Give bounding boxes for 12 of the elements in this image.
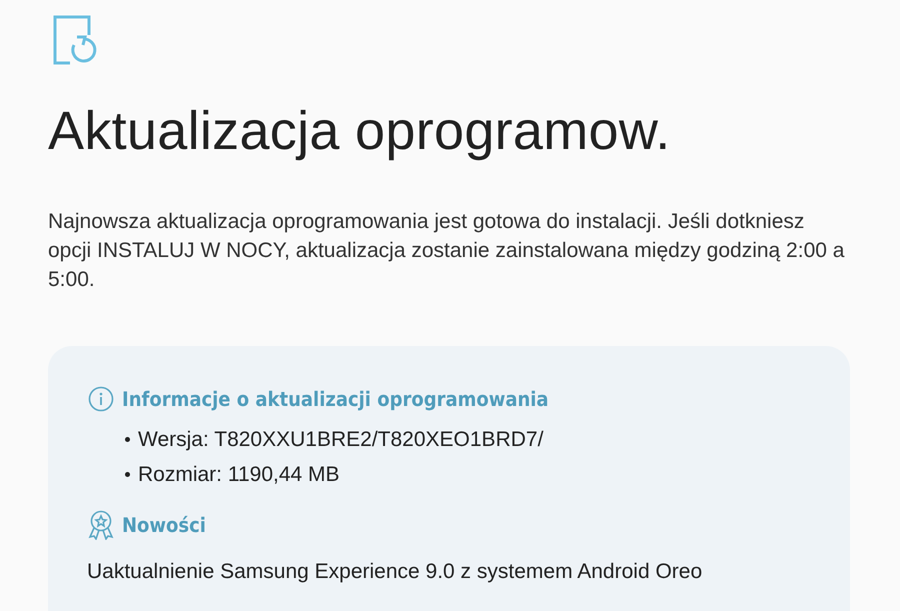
page-title: Aktualizacja oprogramow.	[48, 100, 672, 163]
bullet-text: Wersja: T820XXU1BRE2/T820XEO1BRD7/	[138, 427, 544, 453]
bullet-icon	[125, 472, 130, 477]
info-icon	[88, 386, 114, 412]
update-icon	[53, 15, 97, 67]
section-heading: Informacje o aktualizacji oprogramowania	[122, 387, 549, 411]
news-text: Uaktualnienie Samsung Experience 9.0 z systemem Android Oreo	[87, 560, 704, 584]
award-icon	[88, 510, 114, 540]
bullet-icon	[125, 437, 130, 442]
description-text: Najnowsza aktualizacja oprogramowania jest gotowa do instalacji. Jeśli dotkniesz opcji INSTALUJ W NOCY, aktualizacja zostanie zainstalowana między godziną 2:00 a 5:00.	[48, 209, 846, 293]
section-heading: Nowości	[122, 513, 206, 537]
bullet-text: Rozmiar: 1190,44 MB	[138, 462, 340, 488]
